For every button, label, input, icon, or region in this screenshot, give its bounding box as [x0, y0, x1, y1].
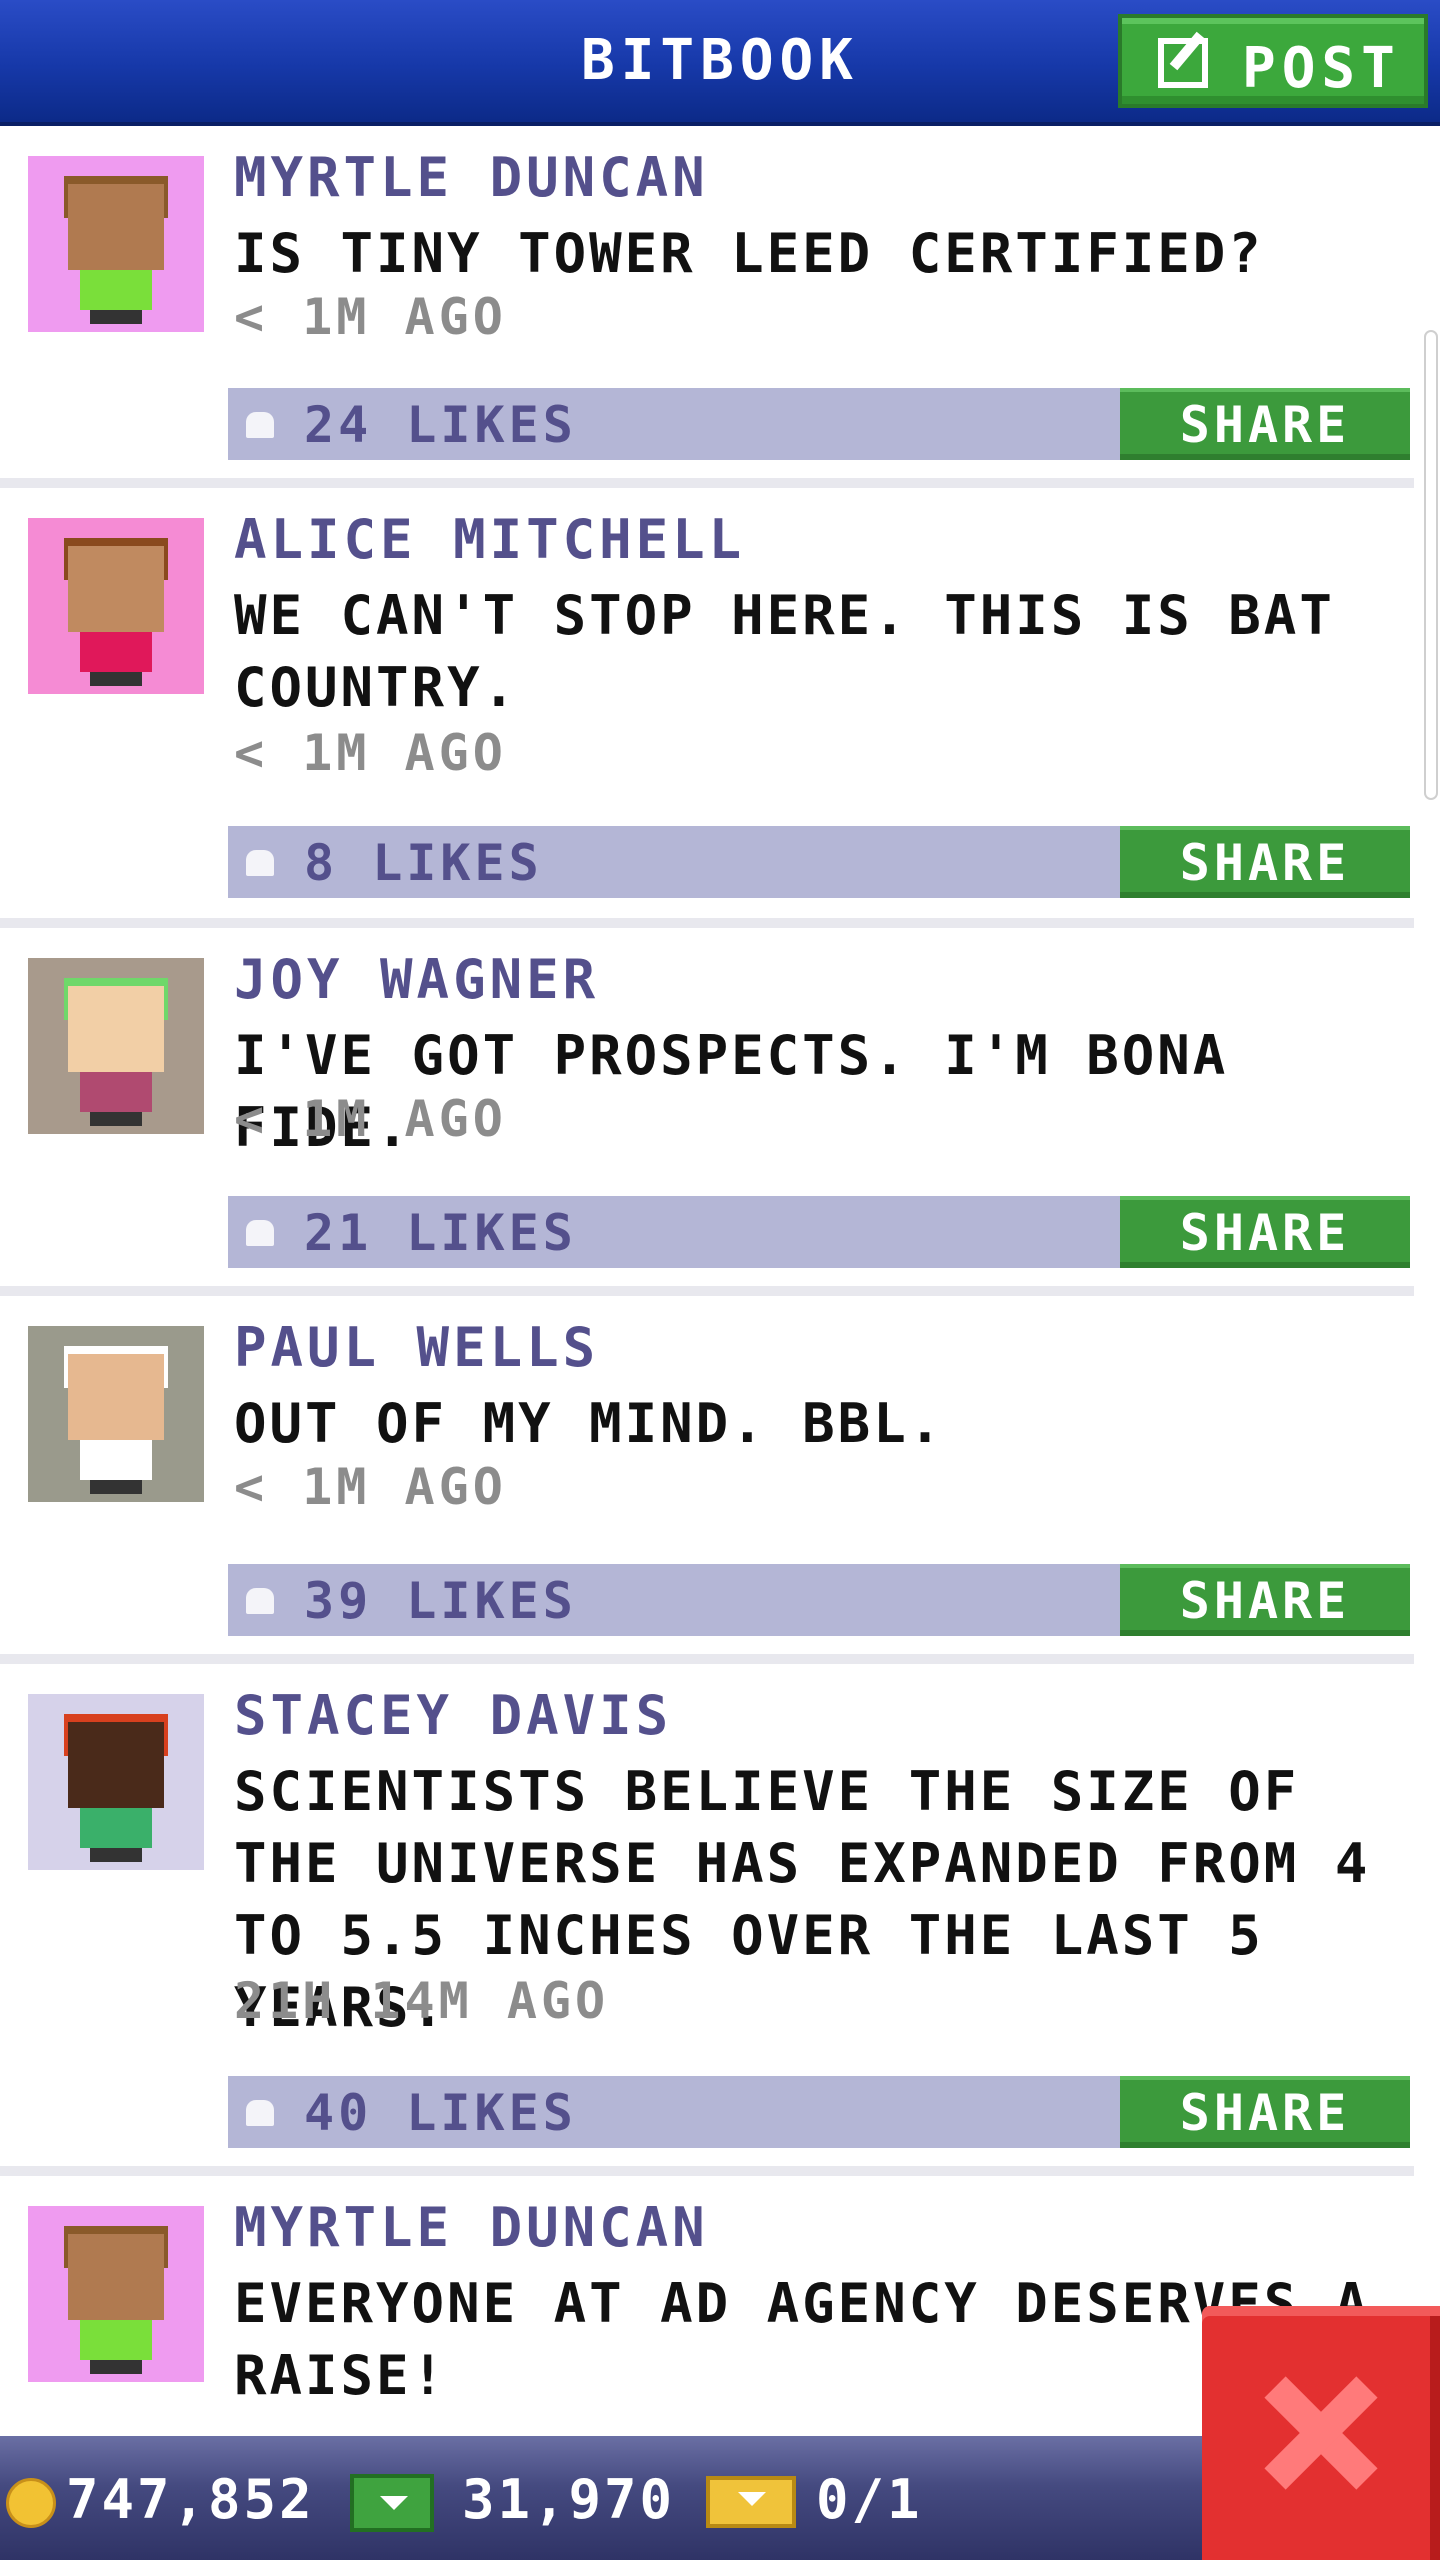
post-author[interactable]: MYRTLE DUNCAN	[234, 2196, 709, 2259]
thumbs-up-icon[interactable]	[246, 1588, 274, 1614]
share-button[interactable]: SHARE	[1120, 826, 1410, 898]
post-time: 21H 14M AGO	[234, 1972, 610, 2030]
post-time: < 1M AGO	[234, 288, 507, 346]
post-message: IS TINY TOWER LEED CERTIFIED?	[234, 222, 1264, 285]
thumbs-up-icon[interactable]	[246, 412, 274, 438]
likes-count: 21 LIKES	[304, 1204, 577, 1262]
likes-bar: 8 LIKES SHARE	[228, 826, 1410, 898]
share-button[interactable]: SHARE	[1120, 388, 1410, 460]
feed-post: MYRTLE DUNCAN IS TINY TOWER LEED CERTIFI…	[0, 126, 1414, 488]
post-message: OUT OF MY MIND. BBL.	[234, 1392, 945, 1455]
likes-count: 39 LIKES	[304, 1572, 577, 1630]
compose-icon	[1158, 38, 1208, 88]
likes-bar: 39 LIKES SHARE	[228, 1564, 1410, 1636]
thumbs-up-icon[interactable]	[246, 2100, 274, 2126]
close-button[interactable]	[1202, 2306, 1440, 2560]
post-author[interactable]: PAUL WELLS	[234, 1316, 599, 1379]
avatar	[28, 156, 204, 332]
avatar	[28, 1694, 204, 1870]
post-message: WE CAN'T STOP HERE. THIS IS BAT COUNTRY.	[234, 584, 1335, 719]
post-author[interactable]: MYRTLE DUNCAN	[234, 146, 709, 209]
ticket-icon[interactable]	[706, 2476, 796, 2528]
likes-bar: 40 LIKES SHARE	[228, 2076, 1410, 2148]
post-time: < 1M AGO	[234, 1458, 507, 1516]
post-author[interactable]: JOY WAGNER	[234, 948, 599, 1011]
share-button-label: SHARE	[1179, 834, 1351, 892]
feed-post: PAUL WELLS OUT OF MY MIND. BBL. < 1M AGO…	[0, 1296, 1414, 1664]
share-button[interactable]: SHARE	[1120, 1196, 1410, 1268]
likes-count: 8 LIKES	[304, 834, 543, 892]
likes-count: 24 LIKES	[304, 396, 577, 454]
share-button[interactable]: SHARE	[1120, 2076, 1410, 2148]
avatar	[28, 518, 204, 694]
thumbs-up-icon[interactable]	[246, 850, 274, 876]
feed-post: STACEY DAVIS SCIENTISTS BELIEVE THE SIZE…	[0, 1664, 1414, 2176]
post-time: < 1M AGO	[234, 1090, 507, 1148]
app-header: BITBOOK POST	[0, 0, 1440, 126]
feed-post: ALICE MITCHELL WE CAN'T STOP HERE. THIS …	[0, 488, 1414, 928]
ticket-count: 0/1	[816, 2468, 923, 2531]
bux-count: 31,970	[462, 2468, 676, 2531]
share-button-label: SHARE	[1179, 1572, 1351, 1630]
share-button-label: SHARE	[1179, 396, 1351, 454]
post-author[interactable]: STACEY DAVIS	[234, 1684, 672, 1747]
scrollbar[interactable]	[1424, 330, 1438, 800]
coin-count: 747,852	[66, 2468, 315, 2531]
post-button[interactable]: POST	[1118, 14, 1428, 108]
bux-icon[interactable]	[350, 2474, 434, 2532]
feed-post: JOY WAGNER I'VE GOT PROSPECTS. I'M BONA …	[0, 928, 1414, 1296]
likes-bar: 24 LIKES SHARE	[228, 388, 1410, 460]
feed[interactable]: MYRTLE DUNCAN IS TINY TOWER LEED CERTIFI…	[0, 126, 1440, 2536]
avatar	[28, 958, 204, 1134]
avatar	[28, 1326, 204, 1502]
post-author[interactable]: ALICE MITCHELL	[234, 508, 745, 571]
thumbs-up-icon[interactable]	[246, 1220, 274, 1246]
coin-icon	[6, 2478, 56, 2528]
share-button[interactable]: SHARE	[1120, 1564, 1410, 1636]
share-button-label: SHARE	[1179, 1204, 1351, 1262]
likes-bar: 21 LIKES SHARE	[228, 1196, 1410, 1268]
avatar	[28, 2206, 204, 2382]
post-time: < 1M AGO	[234, 724, 507, 782]
post-button-label: POST	[1242, 36, 1401, 101]
likes-count: 40 LIKES	[304, 2084, 577, 2142]
share-button-label: SHARE	[1179, 2084, 1351, 2142]
